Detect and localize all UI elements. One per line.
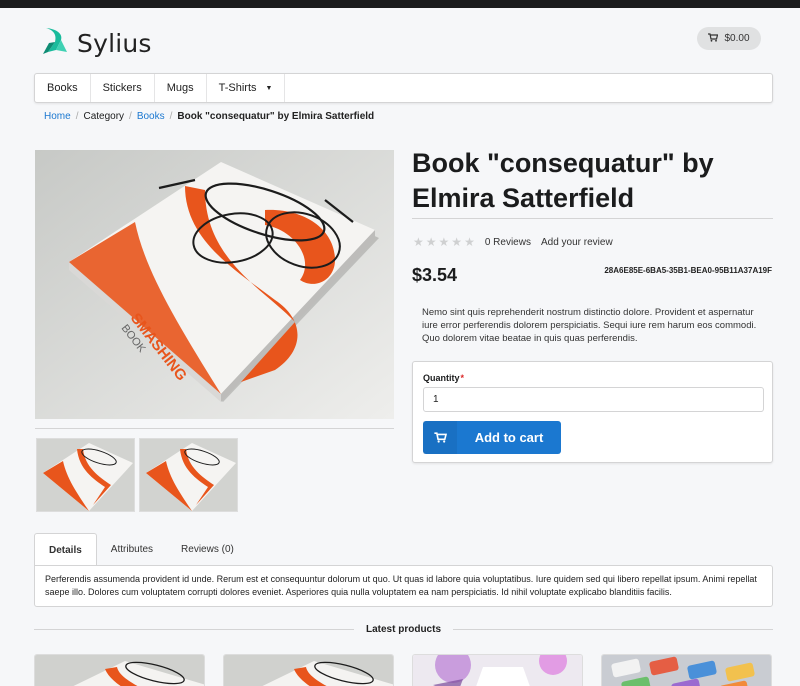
- breadcrumb-books[interactable]: Books: [137, 111, 165, 122]
- tab-details[interactable]: Details: [34, 533, 97, 566]
- star-icon: ★: [464, 235, 475, 249]
- menu-item-label: T-Shirts: [218, 82, 257, 94]
- logo-text: Sylius: [77, 29, 152, 58]
- latest-products-heading: Latest products: [366, 624, 442, 635]
- product-thumbnail[interactable]: [139, 438, 238, 512]
- breadcrumb-category: Category: [83, 111, 125, 122]
- breadcrumb: Home / Category / Books / Book "consequa…: [44, 111, 374, 122]
- tab-reviews[interactable]: Reviews (0): [167, 533, 248, 565]
- menu-item-books[interactable]: Books: [35, 74, 91, 102]
- latest-products-header: Latest products: [34, 624, 774, 635]
- cart-icon: [708, 32, 719, 45]
- divider-line: [453, 629, 774, 630]
- latest-product-card[interactable]: [223, 654, 394, 686]
- add-to-cart-button[interactable]: Add to cart: [423, 421, 561, 454]
- top-bar: [0, 0, 800, 8]
- tab-label: Details: [49, 544, 82, 556]
- add-to-cart-label: Add to cart: [474, 430, 544, 445]
- logo[interactable]: Sylius: [43, 26, 152, 61]
- menu-item-label: Stickers: [102, 82, 142, 94]
- menu-item-stickers[interactable]: Stickers: [91, 74, 155, 102]
- latest-product-card[interactable]: [412, 654, 583, 686]
- tab-attributes[interactable]: Attributes: [97, 533, 167, 565]
- breadcrumb-separator: /: [129, 111, 132, 122]
- star-icon: ★: [413, 235, 424, 249]
- tab-label: Attributes: [110, 543, 154, 555]
- product-thumbnail[interactable]: [36, 438, 135, 512]
- menu-item-label: Mugs: [166, 82, 194, 94]
- cart-button[interactable]: $0.00: [697, 27, 761, 50]
- latest-product-card[interactable]: [34, 654, 205, 686]
- add-review-link[interactable]: Add your review: [541, 237, 613, 248]
- image-divider: [35, 428, 394, 429]
- tab-label: Reviews (0): [181, 543, 234, 555]
- product-code: 28A6E85E-6BA5-35B1-BEA0-95B11A37A19F: [604, 266, 772, 275]
- divider-line: [34, 629, 354, 630]
- breadcrumb-current: Book "consequatur" by Elmira Satterfield: [177, 111, 375, 122]
- latest-product-card[interactable]: [601, 654, 772, 686]
- caret-down-icon: ▼: [265, 84, 273, 92]
- quantity-input[interactable]: [423, 387, 764, 412]
- reviews-count-link[interactable]: 0 Reviews: [485, 237, 531, 248]
- star-icon: ★: [425, 235, 437, 249]
- product-rating: ★ ★ ★ ★ ★ 0 Reviews Add your review: [413, 235, 613, 249]
- product-price: $3.54: [412, 265, 458, 285]
- main-menu: Books Stickers Mugs T-Shirts ▼: [34, 73, 773, 103]
- breadcrumb-separator: /: [169, 111, 173, 122]
- details-panel: Perferendis assumenda provident id unde.…: [34, 565, 773, 607]
- menu-item-tshirts[interactable]: T-Shirts ▼: [207, 74, 286, 102]
- product-title: Book "consequatur" by Elmira Satterfield: [412, 148, 714, 213]
- required-marker: *: [460, 373, 465, 383]
- menu-item-mugs[interactable]: Mugs: [155, 74, 207, 102]
- quantity-label: Quantity*: [423, 373, 465, 383]
- star-icon: ★: [438, 235, 450, 249]
- add-to-cart-form: Quantity* Add to cart: [412, 361, 773, 463]
- title-divider: [412, 218, 773, 219]
- sylius-logo-icon: [43, 26, 69, 61]
- breadcrumb-separator: /: [75, 111, 79, 122]
- star-icon: ★: [451, 235, 463, 249]
- product-description: Nemo sint quis reprehenderit nostrum dis…: [422, 307, 757, 344]
- cart-icon: [423, 421, 457, 454]
- product-main-image[interactable]: SMASHING BOOK: [35, 150, 394, 419]
- details-text: Perferendis assumenda provident id unde.…: [45, 574, 757, 597]
- product-tabs: Details Attributes Reviews (0): [34, 533, 248, 566]
- cart-total: $0.00: [724, 33, 750, 44]
- rating-stars: ★ ★ ★ ★ ★: [413, 235, 475, 249]
- breadcrumb-home[interactable]: Home: [44, 111, 71, 122]
- menu-item-label: Books: [47, 82, 78, 94]
